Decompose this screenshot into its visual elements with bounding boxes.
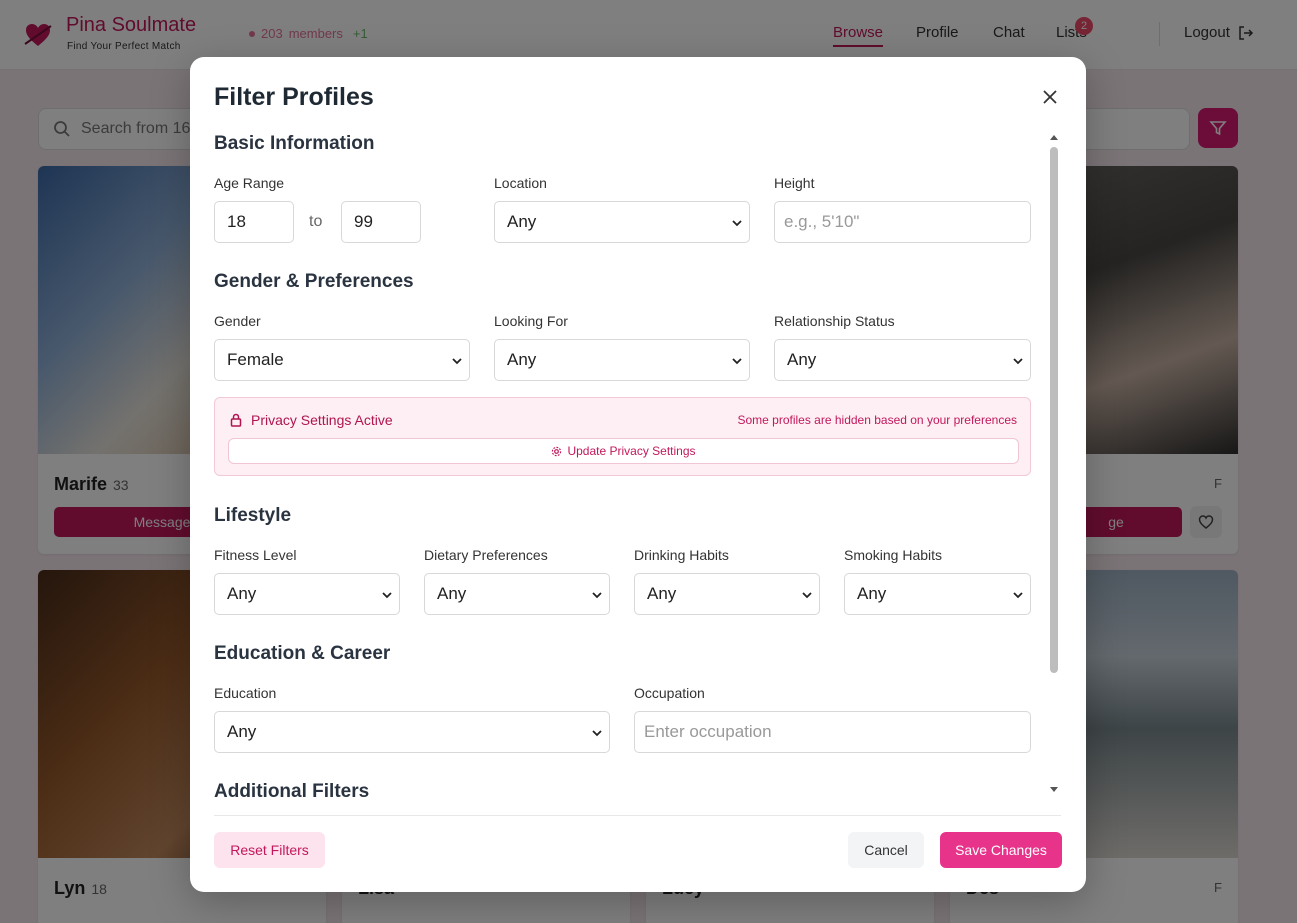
relationship-status-label: Relationship Status: [774, 313, 895, 329]
age-min-input[interactable]: 18: [214, 201, 294, 243]
education-value: Any: [227, 722, 257, 741]
scroll-down-arrow-icon[interactable]: [1049, 786, 1059, 794]
scrollbar-thumb[interactable]: [1050, 147, 1058, 673]
scroll-up-arrow-icon[interactable]: [1049, 133, 1059, 141]
occupation-input[interactable]: Enter occupation: [634, 711, 1031, 753]
dietary-preferences-select[interactable]: Any: [424, 573, 610, 615]
chevron-down-icon: [732, 358, 742, 365]
education-select[interactable]: Any: [214, 711, 610, 753]
privacy-title: Privacy Settings Active: [229, 412, 393, 428]
gender-select[interactable]: Female: [214, 339, 470, 381]
height-input[interactable]: e.g., 5'10": [774, 201, 1031, 243]
dietary-preferences-label: Dietary Preferences: [424, 547, 548, 563]
chevron-down-icon: [382, 592, 392, 599]
location-select[interactable]: Any: [494, 201, 750, 243]
privacy-note: Some profiles are hidden based on your p…: [737, 413, 1017, 427]
smoking-habits-label: Smoking Habits: [844, 547, 943, 563]
chevron-down-icon: [592, 730, 602, 737]
chevron-down-icon: [452, 358, 462, 365]
fitness-level-select[interactable]: Any: [214, 573, 400, 615]
drinking-habits-value: Any: [647, 584, 677, 603]
section-basic-information: Basic Information: [214, 133, 375, 154]
chevron-down-icon: [732, 220, 742, 227]
gear-icon: [552, 446, 562, 456]
gender-value: Female: [227, 350, 284, 369]
section-education-career: Education & Career: [214, 643, 391, 664]
gender-label: Gender: [214, 313, 261, 329]
cancel-button[interactable]: Cancel: [848, 832, 924, 868]
update-privacy-settings-button[interactable]: Update Privacy Settings: [228, 438, 1019, 464]
save-changes-button[interactable]: Save Changes: [940, 832, 1062, 868]
drinking-habits-select[interactable]: Any: [634, 573, 820, 615]
age-to-label: to: [309, 213, 323, 230]
chevron-down-icon: [592, 592, 602, 599]
drinking-habits-label: Drinking Habits: [634, 547, 729, 563]
education-label: Education: [214, 685, 277, 701]
lock-icon: [230, 413, 242, 427]
relationship-status-select[interactable]: Any: [774, 339, 1031, 381]
looking-for-label: Looking For: [494, 313, 568, 329]
chevron-down-icon: [802, 592, 812, 599]
dietary-preferences-value: Any: [437, 584, 467, 603]
footer-divider: [214, 815, 1061, 816]
smoking-habits-select[interactable]: Any: [844, 573, 1031, 615]
reset-filters-button[interactable]: Reset Filters: [214, 832, 325, 868]
section-lifestyle: Lifestyle: [214, 505, 292, 526]
height-label: Height: [774, 175, 815, 191]
age-max-input[interactable]: 99: [341, 201, 421, 243]
location-value: Any: [507, 212, 537, 231]
chevron-down-icon: [1013, 592, 1023, 599]
fitness-level-value: Any: [227, 584, 257, 603]
smoking-habits-value: Any: [857, 584, 887, 603]
looking-for-select[interactable]: Any: [494, 339, 750, 381]
fitness-level-label: Fitness Level: [214, 547, 297, 563]
age-range-label: Age Range: [214, 175, 285, 191]
looking-for-value: Any: [507, 350, 537, 369]
filter-profiles-modal: Filter Profiles Basic Information Age Ra…: [190, 57, 1086, 892]
location-label: Location: [494, 175, 547, 191]
section-additional-filters: Additional Filters: [214, 781, 370, 802]
filters-scroll-area[interactable]: Basic Information Age Range 18 to 99 Loc…: [190, 57, 1086, 817]
chevron-down-icon: [1013, 358, 1023, 365]
relationship-status-value: Any: [787, 350, 817, 369]
privacy-settings-notice: Privacy Settings Active Some profiles ar…: [214, 397, 1031, 476]
occupation-label: Occupation: [634, 685, 705, 701]
section-gender-preferences: Gender & Preferences: [214, 271, 414, 292]
